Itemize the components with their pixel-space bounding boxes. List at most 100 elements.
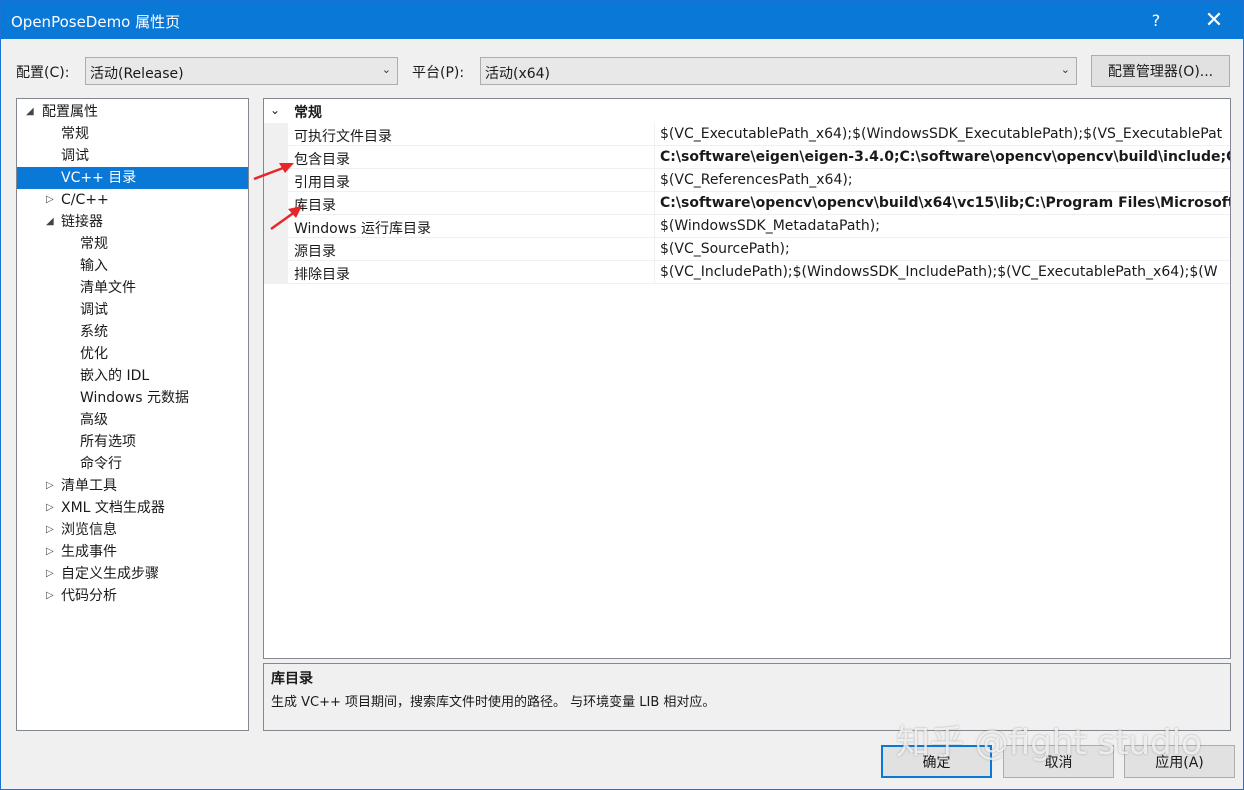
- property-row[interactable]: 引用目录 $(VC_ReferencesPath_x64);: [264, 169, 1230, 192]
- tree-item-label: 高级: [80, 412, 108, 428]
- property-value[interactable]: C:\software\opencv\opencv\build\x64\vc15…: [660, 195, 1230, 211]
- column-divider: [654, 146, 655, 169]
- collapsed-triangle-icon[interactable]: ▷: [46, 563, 54, 585]
- tree-item-label: 系统: [80, 324, 108, 340]
- expanded-triangle-icon[interactable]: ◢: [46, 211, 54, 233]
- chevron-down-icon: ⌄: [1060, 63, 1070, 76]
- tree-item-browse-info[interactable]: ▷ 浏览信息: [17, 519, 248, 541]
- tree-item-label: XML 文档生成器: [61, 500, 165, 516]
- config-label: 配置(C):: [16, 65, 70, 81]
- tree-item-general[interactable]: 常规: [17, 123, 248, 145]
- property-row[interactable]: 排除目录 $(VC_IncludePath);$(WindowsSDK_Incl…: [264, 261, 1230, 284]
- tree-item-label: 清单工具: [61, 478, 117, 494]
- help-button[interactable]: ?: [1133, 1, 1179, 39]
- tree-item-label: C/C++: [61, 192, 109, 208]
- section-label: 常规: [294, 105, 322, 121]
- tree-item-build-events[interactable]: ▷ 生成事件: [17, 541, 248, 563]
- platform-select[interactable]: 活动(x64) ⌄: [480, 57, 1077, 85]
- tree-item-xml-doc[interactable]: ▷ XML 文档生成器: [17, 497, 248, 519]
- property-value[interactable]: $(VC_ReferencesPath_x64);: [660, 172, 1230, 188]
- tree-item-custom-build[interactable]: ▷ 自定义生成步骤: [17, 563, 248, 585]
- tree-item-linker-manifest[interactable]: 清单文件: [17, 277, 248, 299]
- tree-item-label: 链接器: [61, 214, 103, 230]
- config-manager-button[interactable]: 配置管理器(O)...: [1091, 55, 1230, 87]
- property-name: 排除目录: [294, 267, 350, 283]
- column-divider: [654, 261, 655, 284]
- tree-item-label: 输入: [80, 258, 108, 274]
- column-divider: [654, 238, 655, 261]
- property-value[interactable]: C:\software\eigen\eigen-3.4.0;C:\softwar…: [660, 149, 1230, 165]
- tree-item-linker[interactable]: ◢ 链接器: [17, 211, 248, 233]
- column-divider: [654, 169, 655, 192]
- watermark: 知乎 @fight studio: [896, 723, 1202, 763]
- tree-item-label: 常规: [61, 126, 89, 142]
- collapsed-triangle-icon[interactable]: ▷: [46, 585, 54, 607]
- collapsed-triangle-icon[interactable]: ▷: [46, 541, 54, 563]
- property-value[interactable]: $(WindowsSDK_MetadataPath);: [660, 218, 1230, 234]
- tree-item-label: 清单文件: [80, 280, 136, 296]
- property-row[interactable]: 可执行文件目录 $(VC_ExecutablePath_x64);$(Windo…: [264, 123, 1230, 146]
- row-gutter: [264, 261, 288, 284]
- tree-item-label: 配置属性: [42, 104, 98, 120]
- property-row[interactable]: 库目录 C:\software\opencv\opencv\build\x64\…: [264, 192, 1230, 215]
- tree-item-linker-optimization[interactable]: 优化: [17, 343, 248, 365]
- property-value[interactable]: $(VC_IncludePath);$(WindowsSDK_IncludePa…: [660, 264, 1230, 280]
- tree-item-linker-system[interactable]: 系统: [17, 321, 248, 343]
- property-name: 包含目录: [294, 152, 350, 168]
- tree-root[interactable]: ◢ 配置属性: [17, 101, 248, 123]
- annotation-arrow-icon: [270, 206, 302, 231]
- row-gutter: [264, 238, 288, 261]
- tree-item-linker-general[interactable]: 常规: [17, 233, 248, 255]
- row-gutter: [264, 123, 288, 146]
- description-text: 生成 VC++ 项目期间，搜索库文件时使用的路径。 与环境变量 LIB 相对应。: [271, 695, 716, 710]
- property-name: Windows 运行库目录: [294, 221, 431, 237]
- property-grid: ⌄ 常规 可执行文件目录 $(VC_ExecutablePath_x64);$(…: [263, 98, 1231, 659]
- property-pages-window: OpenPoseDemo 属性页 ? ✕ 配置(C): 活动(Release) …: [0, 0, 1244, 790]
- tree-item-linker-advanced[interactable]: 高级: [17, 409, 248, 431]
- tree-item-manifest-tool[interactable]: ▷ 清单工具: [17, 475, 248, 497]
- tree-item-label: 浏览信息: [61, 522, 117, 538]
- close-button[interactable]: ✕: [1191, 1, 1237, 39]
- tree-item-linker-all-options[interactable]: 所有选项: [17, 431, 248, 453]
- grid-section-header[interactable]: ⌄ 常规: [264, 99, 1230, 123]
- property-value[interactable]: $(VC_SourcePath);: [660, 241, 1230, 257]
- tree-item-label: 优化: [80, 346, 108, 362]
- annotation-arrow-icon: [253, 163, 294, 181]
- tree-item-debugging[interactable]: 调试: [17, 145, 248, 167]
- tree-item-linker-input[interactable]: 输入: [17, 255, 248, 277]
- window-title: OpenPoseDemo 属性页: [11, 13, 181, 31]
- chevron-down-icon[interactable]: ⌄: [270, 103, 280, 117]
- column-divider: [654, 123, 655, 146]
- platform-label: 平台(P):: [412, 65, 465, 81]
- collapsed-triangle-icon[interactable]: ▷: [46, 519, 54, 541]
- tree-item-linker-debugging[interactable]: 调试: [17, 299, 248, 321]
- property-row[interactable]: Windows 运行库目录 $(WindowsSDK_MetadataPath)…: [264, 215, 1230, 238]
- tree-item-label: 命令行: [80, 456, 122, 472]
- tree-item-label: 代码分析: [61, 588, 117, 604]
- tree-item-vc-directories[interactable]: VC++ 目录: [17, 167, 248, 189]
- chevron-down-icon: ⌄: [381, 63, 391, 76]
- collapsed-triangle-icon[interactable]: ▷: [46, 497, 54, 519]
- tree-item-code-analysis[interactable]: ▷ 代码分析: [17, 585, 248, 607]
- property-row[interactable]: 包含目录 C:\software\eigen\eigen-3.4.0;C:\so…: [264, 146, 1230, 169]
- property-name: 可执行文件目录: [294, 129, 392, 145]
- tree-item-label: 调试: [80, 302, 108, 318]
- tree-item-label: 调试: [61, 148, 89, 164]
- tree-item-label: 嵌入的 IDL: [80, 368, 150, 384]
- column-divider: [654, 192, 655, 215]
- tree-item-linker-embedded-idl[interactable]: 嵌入的 IDL: [17, 365, 248, 387]
- tree-item-cpp[interactable]: ▷ C/C++: [17, 189, 248, 211]
- column-divider: [654, 215, 655, 238]
- property-name: 引用目录: [294, 175, 350, 191]
- tree-item-linker-windows-metadata[interactable]: Windows 元数据: [17, 387, 248, 409]
- collapsed-triangle-icon[interactable]: ▷: [46, 475, 54, 497]
- config-select[interactable]: 活动(Release) ⌄: [85, 57, 398, 85]
- title-bar: OpenPoseDemo 属性页 ? ✕: [1, 1, 1243, 39]
- property-tree: ◢ 配置属性 常规 调试 VC++ 目录 ▷ C/C++ ◢ 链接器 常规 输入…: [16, 98, 249, 731]
- description-title: 库目录: [271, 671, 313, 687]
- tree-item-linker-command-line[interactable]: 命令行: [17, 453, 248, 475]
- property-value[interactable]: $(VC_ExecutablePath_x64);$(WindowsSDK_Ex…: [660, 126, 1230, 142]
- property-row[interactable]: 源目录 $(VC_SourcePath);: [264, 238, 1230, 261]
- collapsed-triangle-icon[interactable]: ▷: [46, 189, 54, 211]
- tree-item-label: 自定义生成步骤: [61, 566, 159, 582]
